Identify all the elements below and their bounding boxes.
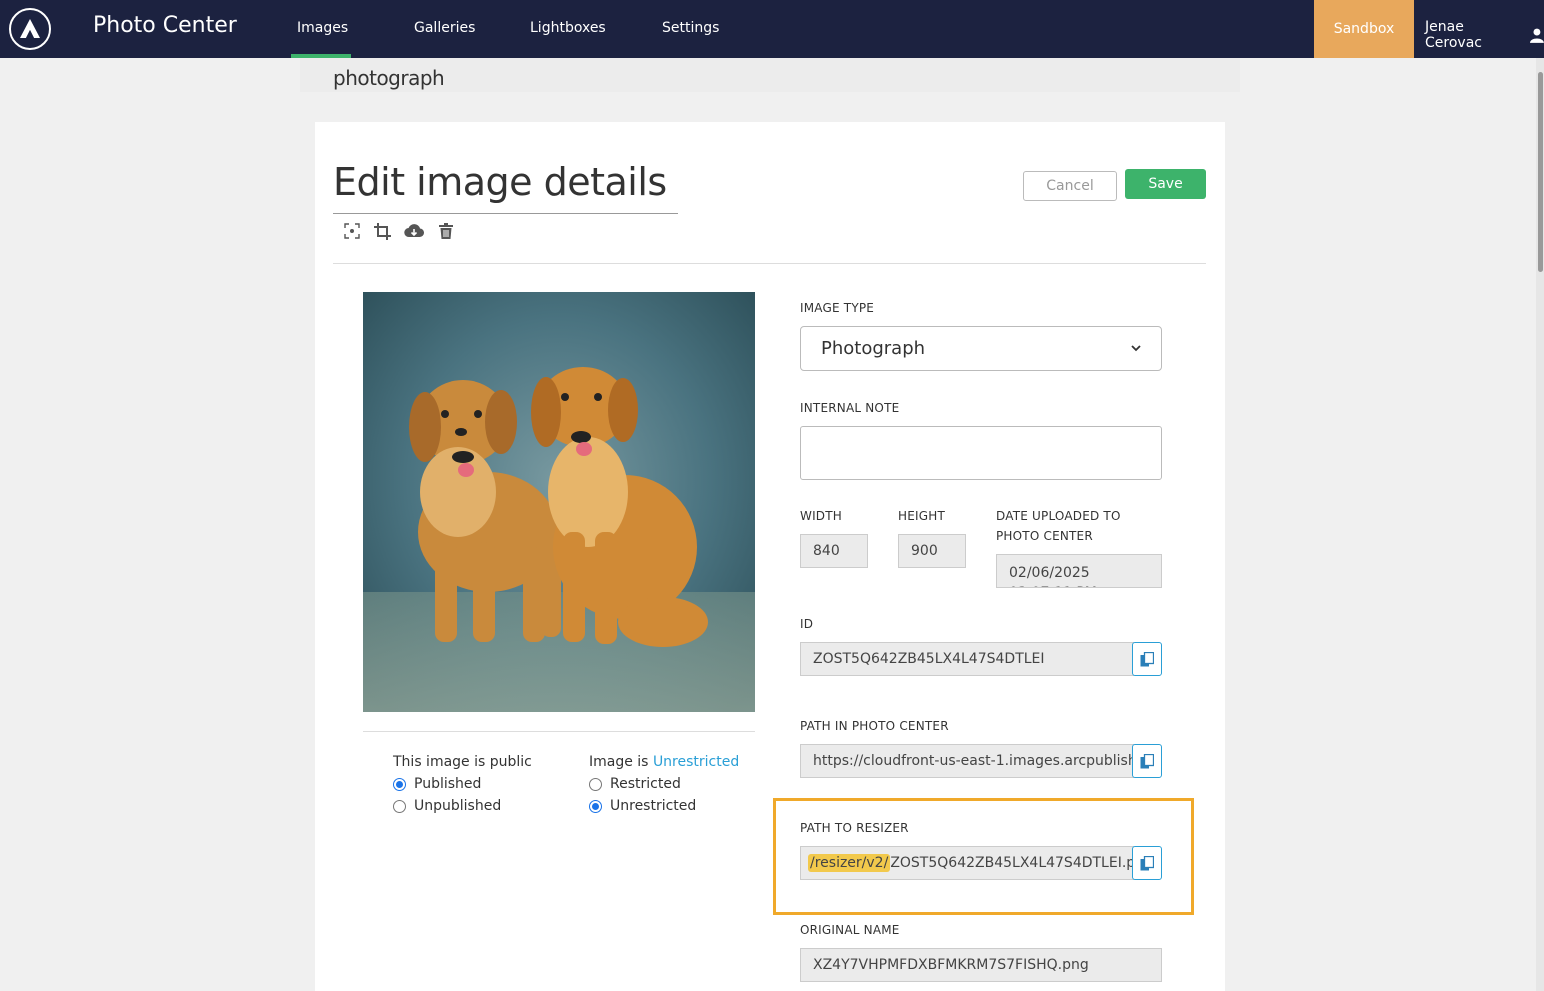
user-name: Jenae Cerovac bbox=[1425, 19, 1482, 51]
copy-icon bbox=[1140, 855, 1154, 870]
restriction-heading-prefix: Image is bbox=[589, 754, 649, 770]
save-button[interactable]: Save bbox=[1125, 169, 1206, 199]
user-menu[interactable]: Jenae Cerovac bbox=[1425, 19, 1544, 51]
id-label: ID bbox=[800, 617, 814, 631]
copy-icon bbox=[1140, 753, 1154, 768]
resizer-path-rest: ZOST5Q642ZB45LX4L47S4DTLEI.png?au bbox=[890, 855, 1134, 871]
height-label: HEIGHT bbox=[898, 509, 945, 523]
radio-restricted-control[interactable] bbox=[589, 777, 602, 791]
page-title: Edit image details bbox=[333, 160, 667, 204]
top-navbar: Photo Center Images Galleries Lightboxes… bbox=[0, 0, 1544, 58]
copy-resizer-button[interactable] bbox=[1132, 846, 1162, 880]
path-to-resizer-field: /resizer/v2/ ZOST5Q642ZB45LX4L47S4DTLEI.… bbox=[800, 846, 1134, 880]
copy-path-button[interactable] bbox=[1132, 744, 1162, 778]
radio-restricted-label: Restricted bbox=[610, 776, 681, 792]
internal-note-textarea[interactable] bbox=[800, 426, 1162, 480]
crop-icon[interactable] bbox=[372, 221, 392, 241]
original-name-field: XZ4Y7VHPMFDXBFMKRM7S7FISHQ.png bbox=[800, 948, 1162, 982]
path-to-resizer-label: PATH TO RESIZER bbox=[800, 821, 909, 835]
nav-settings[interactable]: Settings bbox=[662, 20, 719, 36]
image-type-value: Photograph bbox=[821, 338, 926, 359]
cloud-download-icon[interactable] bbox=[404, 221, 424, 241]
nav-galleries[interactable]: Galleries bbox=[414, 20, 475, 36]
path-in-photo-center-field: https://cloudfront-us-east-1.images.arcp… bbox=[800, 744, 1134, 778]
radio-restricted[interactable]: Restricted bbox=[589, 776, 681, 792]
path-in-photo-center-label: PATH IN PHOTO CENTER bbox=[800, 719, 949, 733]
user-icon bbox=[1530, 28, 1544, 43]
date-uploaded-field: 02/06/2025 03:07:11 PM bbox=[996, 554, 1162, 588]
image-type-label: IMAGE TYPE bbox=[800, 301, 875, 315]
internal-note-label: INTERNAL NOTE bbox=[800, 401, 900, 415]
resizer-prefix-highlight: /resizer/v2/ bbox=[808, 854, 891, 872]
title-underline bbox=[333, 213, 678, 214]
original-name-label: ORIGINAL NAME bbox=[800, 923, 900, 937]
radio-published-control[interactable] bbox=[393, 777, 406, 791]
app-title: Photo Center bbox=[93, 13, 237, 38]
nav-lightboxes[interactable]: Lightboxes bbox=[530, 20, 606, 36]
width-label: WIDTH bbox=[800, 509, 842, 523]
nav-images[interactable]: Images bbox=[297, 20, 348, 36]
radio-published[interactable]: Published bbox=[393, 776, 481, 792]
restriction-heading: Image is Unrestricted bbox=[589, 754, 739, 770]
image-preview bbox=[363, 292, 755, 712]
copy-icon bbox=[1140, 651, 1154, 666]
breadcrumb-title: photograph bbox=[333, 66, 445, 90]
radio-unpublished-control[interactable] bbox=[393, 799, 406, 813]
date-uploaded-label: DATE UPLOADED TO PHOTO CENTER bbox=[996, 509, 1121, 543]
copy-id-button[interactable] bbox=[1132, 642, 1162, 676]
header-divider bbox=[333, 263, 1206, 264]
scrollbar-thumb[interactable] bbox=[1538, 72, 1543, 272]
height-field: 900 bbox=[898, 534, 966, 568]
trash-icon[interactable] bbox=[436, 221, 456, 241]
image-type-select[interactable]: Photograph bbox=[800, 326, 1162, 371]
radio-unrestricted-label: Unrestricted bbox=[610, 798, 697, 814]
id-field: ZOST5Q642ZB45LX4L47S4DTLEI bbox=[800, 642, 1134, 676]
photo-divider bbox=[363, 731, 755, 732]
width-field: 840 bbox=[800, 534, 868, 568]
radio-unpublished[interactable]: Unpublished bbox=[393, 798, 501, 814]
chevron-down-icon bbox=[1131, 345, 1141, 352]
environment-badge[interactable]: Sandbox bbox=[1314, 0, 1414, 58]
visibility-heading: This image is public bbox=[393, 754, 532, 770]
arc-logo-icon[interactable] bbox=[9, 8, 51, 50]
radio-published-label: Published bbox=[414, 776, 482, 792]
radio-unrestricted[interactable]: Unrestricted bbox=[589, 798, 696, 814]
restriction-status-link[interactable]: Unrestricted bbox=[653, 754, 739, 770]
radio-unrestricted-control[interactable] bbox=[589, 799, 602, 813]
focal-point-icon[interactable] bbox=[342, 221, 362, 241]
radio-unpublished-label: Unpublished bbox=[414, 798, 502, 814]
cancel-button[interactable]: Cancel bbox=[1023, 171, 1117, 201]
